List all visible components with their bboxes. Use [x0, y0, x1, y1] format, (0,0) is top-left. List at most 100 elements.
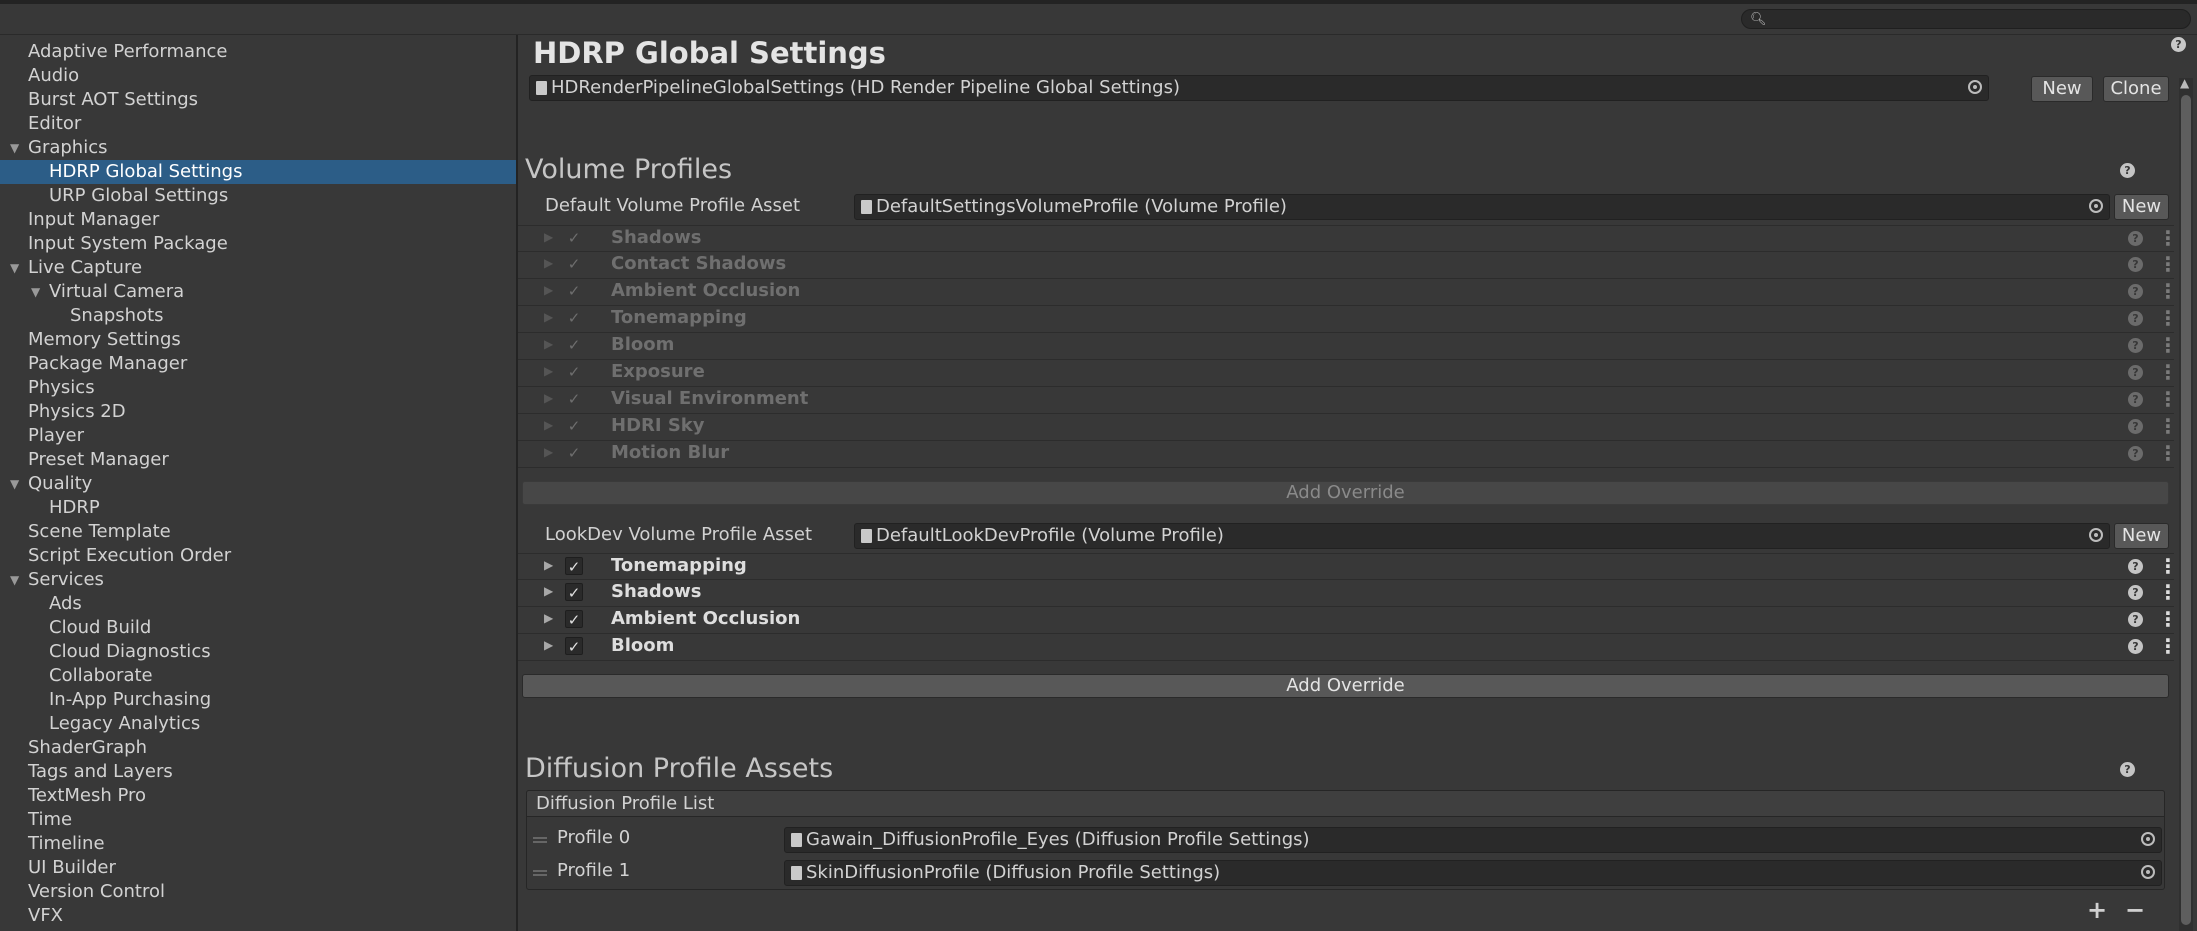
help-icon[interactable]: ? — [2128, 284, 2143, 299]
more-options-icon[interactable]: ⋮ — [2158, 361, 2178, 383]
expand-arrow-icon[interactable]: ▶ — [544, 638, 553, 652]
more-options-icon[interactable]: ⋮ — [2158, 334, 2178, 356]
sidebar-item[interactable]: Memory Settings — [0, 328, 516, 352]
volume-override-row[interactable]: ▶ ✓ Bloom? ⋮ — [518, 634, 2178, 661]
more-options-icon[interactable]: ⋮ — [2158, 415, 2178, 437]
new-lookdev-volume-profile-button[interactable]: New — [2114, 523, 2169, 549]
object-picker-icon[interactable] — [1968, 80, 1982, 94]
override-enabled-checkbox[interactable]: ✓ — [565, 363, 583, 381]
expand-arrow-icon[interactable]: ▶ — [544, 283, 553, 297]
sidebar-item[interactable]: ▼ Live Capture — [0, 256, 516, 280]
sidebar-item[interactable]: Physics 2D — [0, 400, 516, 424]
scroll-up-arrow-icon[interactable]: ▲ — [2180, 76, 2189, 90]
more-options-icon[interactable]: ⋮ — [2158, 253, 2178, 275]
help-icon[interactable]: ? — [2128, 257, 2143, 272]
global-settings-asset-field[interactable]: HDRenderPipelineGlobalSettings (HD Rende… — [529, 75, 1989, 101]
help-icon[interactable]: ? — [2128, 446, 2143, 461]
volume-override-row[interactable]: ▶ ✓ Ambient Occlusion? ⋮ — [518, 279, 2178, 306]
sidebar-item[interactable]: HDRP — [0, 496, 516, 520]
help-icon[interactable]: ? — [2128, 639, 2143, 654]
sidebar-item[interactable]: ▼ Quality — [0, 472, 516, 496]
diffusion-profiles-help-icon[interactable]: ? — [2120, 762, 2135, 777]
lookdev-volume-profile-field[interactable]: DefaultLookDevProfile (Volume Profile) — [854, 523, 2110, 549]
help-icon[interactable]: ? — [2128, 585, 2143, 600]
expand-arrow-icon[interactable]: ▶ — [544, 445, 553, 459]
expand-arrow-icon[interactable]: ▶ — [544, 310, 553, 324]
sidebar-item[interactable]: Physics — [0, 376, 516, 400]
override-enabled-checkbox[interactable]: ✓ — [565, 255, 583, 273]
sidebar-item[interactable]: Timeline — [0, 832, 516, 856]
volume-override-row[interactable]: ▶ ✓ Ambient Occlusion? ⋮ — [518, 607, 2178, 634]
sidebar-item[interactable]: Ads — [0, 592, 516, 616]
sidebar-item[interactable]: Snapshots — [0, 304, 516, 328]
override-enabled-checkbox[interactable]: ✓ — [565, 610, 583, 629]
sidebar-item[interactable]: Burst AOT Settings — [0, 88, 516, 112]
sidebar-item[interactable]: URP Global Settings — [0, 184, 516, 208]
sidebar-item[interactable]: Preset Manager — [0, 448, 516, 472]
volume-override-row[interactable]: ▶ ✓ Shadows? ⋮ — [518, 580, 2178, 607]
help-icon[interactable]: ? — [2128, 231, 2143, 246]
new-global-settings-button[interactable]: New — [2031, 76, 2093, 102]
volume-override-row[interactable]: ▶ ✓ Motion Blur? ⋮ — [518, 441, 2178, 468]
sidebar-item[interactable]: Input System Package — [0, 232, 516, 256]
help-icon[interactable]: ? — [2128, 311, 2143, 326]
object-picker-icon[interactable] — [2141, 832, 2155, 846]
expand-arrow-icon[interactable]: ▶ — [544, 584, 553, 598]
sidebar-item[interactable]: HDRP Global Settings — [0, 160, 516, 184]
add-list-item-button[interactable]: + — [2087, 896, 2107, 924]
override-enabled-checkbox[interactable]: ✓ — [565, 229, 583, 247]
expand-arrow-icon[interactable]: ▶ — [544, 391, 553, 405]
more-options-icon[interactable]: ⋮ — [2158, 635, 2178, 657]
scrollbar-thumb[interactable] — [2181, 95, 2191, 925]
help-icon[interactable]: ? — [2128, 559, 2143, 574]
expand-arrow-icon[interactable]: ▼ — [10, 472, 19, 496]
more-options-icon[interactable]: ⋮ — [2158, 581, 2178, 603]
expand-arrow-icon[interactable]: ▼ — [10, 568, 19, 592]
object-picker-icon[interactable] — [2089, 528, 2103, 542]
sidebar-item[interactable]: Input Manager — [0, 208, 516, 232]
expand-arrow-icon[interactable]: ▶ — [544, 558, 553, 572]
sidebar-item[interactable]: Editor — [0, 112, 516, 136]
override-enabled-checkbox[interactable]: ✓ — [565, 557, 583, 576]
override-enabled-checkbox[interactable]: ✓ — [565, 417, 583, 435]
sidebar-item[interactable]: ▼ Virtual Camera — [0, 280, 516, 304]
volume-override-row[interactable]: ▶ ✓ Visual Environment? ⋮ — [518, 387, 2178, 414]
sidebar-item[interactable]: ShaderGraph — [0, 736, 516, 760]
search-input[interactable]: 🔍︎ — [1741, 9, 2191, 29]
more-options-icon[interactable]: ⋮ — [2158, 280, 2178, 302]
help-icon[interactable]: ? — [2128, 338, 2143, 353]
help-icon[interactable]: ? — [2128, 365, 2143, 380]
volume-profiles-help-icon[interactable]: ? — [2120, 163, 2135, 178]
more-options-icon[interactable]: ⋮ — [2158, 227, 2178, 249]
volume-override-row[interactable]: ▶ ✓ Tonemapping? ⋮ — [518, 553, 2178, 580]
expand-arrow-icon[interactable]: ▶ — [544, 256, 553, 270]
expand-arrow-icon[interactable]: ▶ — [544, 364, 553, 378]
volume-override-row[interactable]: ▶ ✓ Tonemapping? ⋮ — [518, 306, 2178, 333]
expand-arrow-icon[interactable]: ▼ — [10, 136, 19, 160]
expand-arrow-icon[interactable]: ▶ — [544, 230, 553, 244]
help-icon[interactable]: ? — [2171, 37, 2186, 52]
drag-handle-icon[interactable] — [533, 837, 547, 843]
object-picker-icon[interactable] — [2141, 865, 2155, 879]
more-options-icon[interactable]: ⋮ — [2158, 608, 2178, 630]
expand-arrow-icon[interactable]: ▼ — [10, 256, 19, 280]
help-icon[interactable]: ? — [2128, 612, 2143, 627]
sidebar-item[interactable]: Legacy Analytics — [0, 712, 516, 736]
volume-override-row[interactable]: ▶ ✓ Bloom? ⋮ — [518, 333, 2178, 360]
volume-override-row[interactable]: ▶ ✓ HDRI Sky? ⋮ — [518, 414, 2178, 441]
override-enabled-checkbox[interactable]: ✓ — [565, 637, 583, 656]
volume-override-row[interactable]: ▶ ✓ Shadows? ⋮ — [518, 225, 2178, 252]
expand-arrow-icon[interactable]: ▶ — [544, 337, 553, 351]
override-enabled-checkbox[interactable]: ✓ — [565, 336, 583, 354]
sidebar-item[interactable]: Script Execution Order — [0, 544, 516, 568]
override-enabled-checkbox[interactable]: ✓ — [565, 309, 583, 327]
more-options-icon[interactable]: ⋮ — [2158, 442, 2178, 464]
override-enabled-checkbox[interactable]: ✓ — [565, 444, 583, 462]
more-options-icon[interactable]: ⋮ — [2158, 555, 2178, 577]
sidebar-item[interactable]: Time — [0, 808, 516, 832]
clone-global-settings-button[interactable]: Clone — [2103, 76, 2169, 102]
more-options-icon[interactable]: ⋮ — [2158, 307, 2178, 329]
override-enabled-checkbox[interactable]: ✓ — [565, 390, 583, 408]
sidebar-divider[interactable] — [516, 35, 518, 931]
sidebar-item[interactable]: Adaptive Performance — [0, 40, 516, 64]
